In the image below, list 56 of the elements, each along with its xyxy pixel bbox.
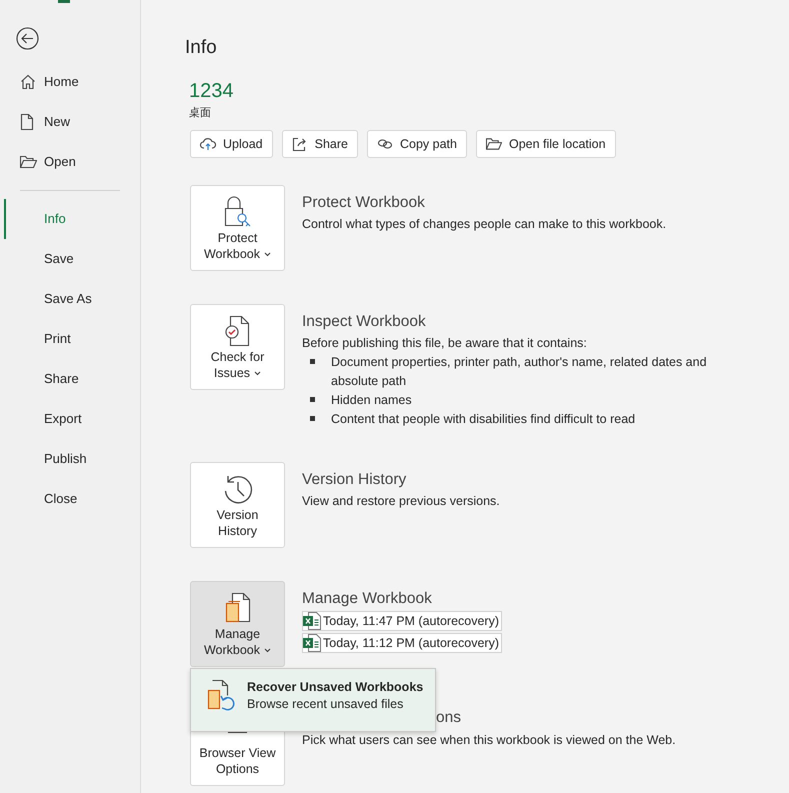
bullet-icon [310, 397, 315, 402]
folder-icon [20, 155, 37, 169]
section-title: Manage Workbook [302, 589, 433, 609]
sidebar-item[interactable]: Save [4, 239, 140, 279]
share-icon [292, 137, 308, 151]
section-title: Inspect Workbook [302, 312, 427, 332]
page-title: Info [185, 36, 218, 60]
section-description: View and restore previous versions. [302, 493, 500, 510]
documents-icon [224, 592, 252, 624]
section-title: Version History [302, 470, 408, 490]
version-link[interactable]: Today, 11:12 PM (autorecovery) [302, 633, 502, 653]
recover-dropdown-menu[interactable]: Recover Unsaved Workbooks Browse recent unsaved files [190, 668, 436, 732]
bullet-icon [310, 416, 315, 421]
app-logo-icon [58, 0, 70, 3]
bullet-text: Content that people with disabilities find difficult to read [331, 411, 636, 428]
bullet-text: Document properties, printer path, author's name, related dates and absolute path [331, 354, 708, 390]
workbook-tile-button[interactable]: Manage Workbook [190, 581, 285, 667]
sidebar-item[interactable]: Export [4, 399, 140, 439]
section-title: Protect Workbook [302, 193, 426, 213]
bullet-icon [310, 359, 315, 364]
menu-item-title: Recover Unsaved Workbooks [247, 679, 424, 696]
cloud-upload-icon [200, 137, 216, 151]
spreadsheet-file-icon [303, 612, 321, 630]
action-button[interactable]: Share [282, 130, 358, 158]
workbook-tile-button[interactable]: Protect Workbook [190, 185, 285, 271]
sidebar-item[interactable]: Print [4, 319, 140, 359]
file-name: 1234 [189, 79, 234, 104]
home-icon [20, 74, 36, 90]
action-button[interactable]: Upload [190, 130, 273, 158]
sidebar-item[interactable]: Home [0, 62, 140, 102]
documents-restore-icon [207, 679, 237, 711]
sidebar-item[interactable]: New [0, 102, 140, 142]
sidebar-item[interactable]: Close [4, 479, 140, 519]
lock-key-icon [224, 196, 252, 228]
bullet-text: Hidden names [331, 392, 412, 409]
version-link[interactable]: Today, 11:47 PM (autorecovery) [302, 611, 502, 631]
sidebar-item[interactable]: Open [0, 142, 140, 182]
workbook-tile-button[interactable]: Version History [190, 462, 285, 548]
document-icon [20, 114, 34, 130]
folder-icon [486, 137, 502, 151]
back-button[interactable] [16, 27, 39, 50]
action-button[interactable]: Copy path [366, 130, 467, 158]
action-button[interactable]: Open file location [476, 130, 616, 158]
section-description: Pick what users can see when this workbook is viewed on the Web. [302, 732, 676, 749]
section-description: Control what types of changes people can make to this workbook. [302, 216, 666, 233]
link-icon [376, 137, 393, 151]
spreadsheet-file-icon [303, 634, 321, 652]
workbook-tile-button[interactable]: Check for Issues [190, 304, 285, 390]
document-check-icon [224, 315, 252, 347]
sidebar-item[interactable]: Share [4, 359, 140, 399]
sidebar-item[interactable]: Publish [4, 439, 140, 479]
sidebar-item[interactable]: Info [4, 199, 140, 239]
sidebar-item[interactable]: Save As [4, 279, 140, 319]
section-title: ons [435, 708, 462, 728]
file-location: 桌面 [189, 106, 212, 121]
section-description: Before publishing this file, be aware that it contains: [302, 335, 588, 352]
